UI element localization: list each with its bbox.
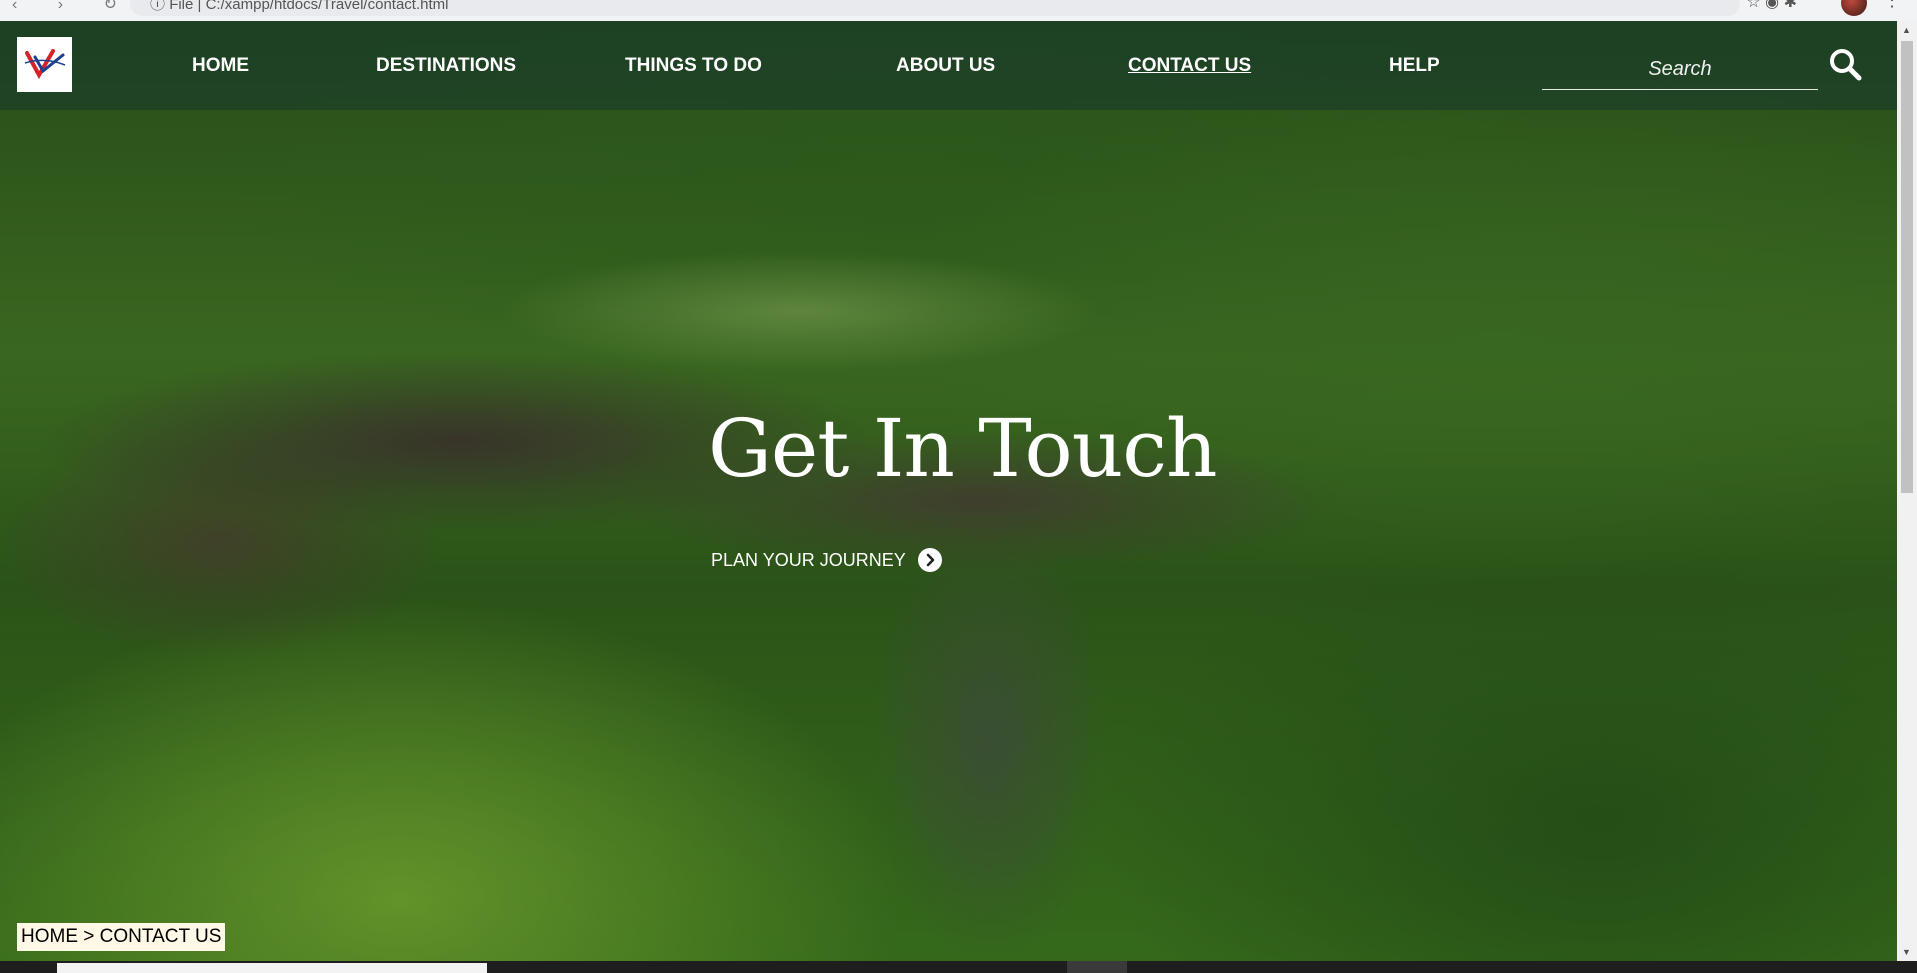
plan-journey-label: PLAN YOUR JOURNEY [711,549,906,570]
extension-icons[interactable]: ☆ ◉ ✱ [1746,0,1797,12]
search-input[interactable] [1542,49,1818,90]
nav-home[interactable]: HOME [192,55,249,77]
browser-toolbar: ‹ › ↻ ⓘ File | C:/xampp/htdocs/Travel/co… [0,0,1917,22]
nav-things-to-do[interactable]: THINGS TO DO [625,55,762,77]
nav-contact-us[interactable]: CONTACT US [1128,55,1251,77]
hero-title: Get In Touch [708,402,1218,495]
logo-mark-icon [24,49,66,80]
plan-journey-link[interactable]: PLAN YOUR JOURNEY [711,548,942,572]
search-button[interactable] [1828,47,1864,83]
page-scrollbar[interactable]: ▲ ▼ [1897,21,1917,961]
site-logo[interactable] [17,37,72,92]
scroll-thumb[interactable] [1901,41,1913,493]
nav-about-us[interactable]: ABOUT US [896,55,995,77]
main-navbar: HOME DESTINATIONS THINGS TO DO ABOUT US … [0,21,1897,110]
chevron-right-circle-icon [917,548,942,572]
browser-nav-icons[interactable]: ‹ › ↻ [12,0,135,14]
profile-avatar[interactable] [1841,0,1867,16]
info-icon: ⓘ [150,0,166,13]
nav-destinations[interactable]: DESTINATIONS [376,55,516,77]
scroll-up-arrow-icon[interactable]: ▲ [1902,25,1911,35]
breadcrumb: HOME > CONTACT US [17,923,226,951]
more-menu-icon[interactable]: ⋮ [1883,0,1901,11]
scroll-down-arrow-icon[interactable]: ▼ [1902,947,1911,957]
os-taskbar [0,961,1917,973]
taskbar-search-box[interactable] [57,963,487,973]
nav-help[interactable]: HELP [1389,55,1440,77]
search-icon [1830,49,1862,81]
taskbar-active-app[interactable] [1067,961,1127,973]
address-url[interactable]: ⓘ File | C:/xampp/htdocs/Travel/contact.… [150,0,448,14]
